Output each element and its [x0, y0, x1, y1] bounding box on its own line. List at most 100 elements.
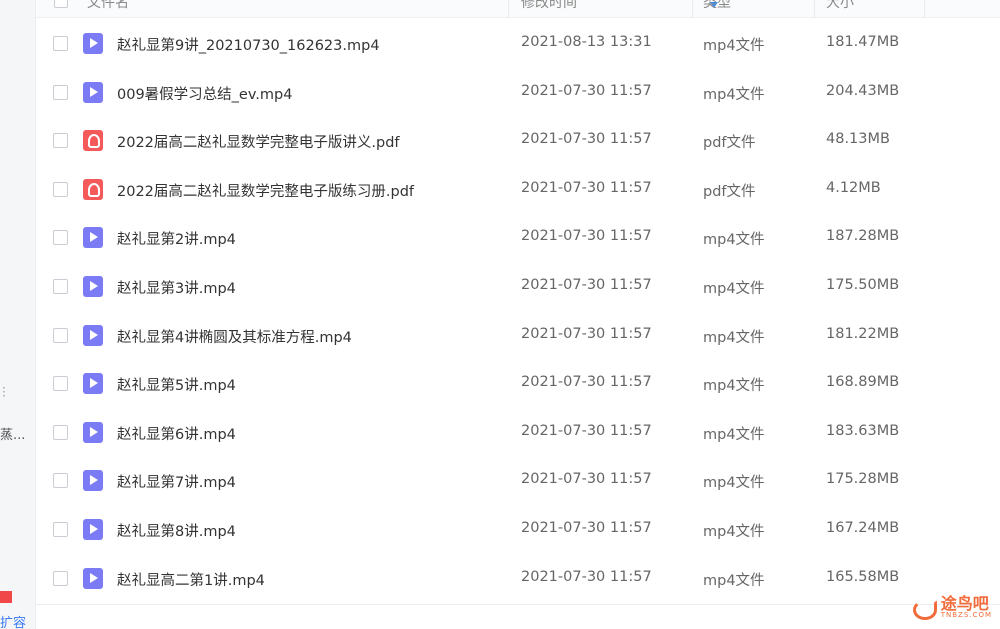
file-name[interactable]: 赵礼显第9讲_20210730_162623.mp4 [117, 34, 380, 55]
file-modified-time: 2021-07-30 11:57 [521, 520, 652, 536]
file-modified-time: 2021-07-30 11:57 [521, 277, 652, 293]
file-name[interactable]: 赵礼显第8讲.mp4 [117, 520, 236, 541]
file-modified-time: 2021-07-30 11:57 [521, 179, 652, 196]
row-checkbox[interactable] [53, 570, 68, 586]
file-row[interactable]: 009暑假学习总结_ev.mp4 2021-07-30 11:57 mp4文件 … [36, 69, 1000, 117]
column-header-time[interactable]: 修改时间 [521, 0, 577, 12]
column-divider[interactable] [692, 0, 693, 18]
file-type: mp4文件 [703, 232, 765, 249]
file-size: 181.22MB [826, 325, 900, 342]
file-row[interactable]: 赵礼显第5讲.mp4 2021-07-30 11:57 mp4文件 168.89… [36, 360, 1000, 408]
file-modified-time: 2021-07-30 11:57 [521, 228, 652, 245]
video-file-icon [83, 276, 103, 297]
file-row[interactable]: 赵礼显第3讲.mp4 2021-07-30 11:57 mp4文件 175.50… [36, 263, 1000, 311]
video-file-icon [83, 470, 103, 492]
more-dots-icon[interactable]: · · · [2, 382, 6, 402]
row-checkbox[interactable] [53, 424, 68, 440]
file-name[interactable]: 赵礼显第4讲椭圆及其标准方程.mp4 [117, 326, 352, 347]
file-size: 175.28MB [826, 471, 900, 488]
pdf-file-icon [83, 130, 103, 152]
file-row[interactable]: 赵礼显第9讲_20210730_162623.mp4 2021-08-13 13… [36, 20, 1000, 68]
file-type: mp4文件 [703, 378, 765, 395]
video-file-icon [83, 421, 103, 443]
site-watermark: 途鸟吧 TNBZS.COM [911, 592, 992, 622]
bird-logo-icon [911, 596, 937, 620]
storage-usage-bar [0, 591, 12, 603]
file-row[interactable]: 赵礼显第8讲.mp4 2021-07-30 11:57 mp4文件 167.24… [36, 506, 1000, 554]
column-header-type[interactable]: 类型 [703, 0, 731, 12]
list-bottom-divider [36, 604, 1000, 605]
file-size: 48.13MB [826, 131, 890, 148]
row-checkbox[interactable] [53, 230, 68, 246]
file-name[interactable]: 2022届高二赵礼显数学完整电子版练习册.pdf [117, 180, 414, 201]
file-size: 4.12MB [826, 179, 881, 196]
file-row[interactable]: 赵礼显高二第1讲.mp4 2021-07-30 11:57 mp4文件 165.… [36, 555, 1000, 603]
file-type: mp4文件 [703, 475, 765, 492]
column-header-size[interactable]: 大小 [826, 0, 854, 12]
file-name[interactable]: 赵礼显高二第1讲.mp4 [117, 569, 265, 590]
file-name[interactable]: 赵礼显第2讲.mp4 [117, 228, 236, 249]
file-type: mp4文件 [703, 426, 765, 443]
expand-storage-link[interactable]: 扩容 [0, 612, 26, 629]
video-file-icon [83, 81, 103, 103]
column-divider[interactable] [924, 0, 925, 18]
row-checkbox[interactable] [53, 133, 68, 149]
file-modified-time: 2021-07-30 11:57 [521, 325, 652, 342]
sidebar-item-partial[interactable]: 蒸... [0, 424, 36, 443]
select-all-checkbox[interactable] [54, 0, 68, 8]
watermark-sub-text: TNBZS.COM [940, 610, 992, 619]
column-divider[interactable] [508, 0, 509, 18]
file-name[interactable]: 赵礼显第6讲.mp4 [117, 423, 236, 444]
file-size: 187.28MB [826, 228, 900, 245]
file-name[interactable]: 赵礼显第3讲.mp4 [117, 277, 236, 298]
file-type: pdf文件 [703, 183, 756, 200]
row-checkbox[interactable] [53, 522, 68, 537]
left-sidebar: · · · 蒸... 扩容 [0, 0, 36, 629]
file-row[interactable]: 2022届高二赵礼显数学完整电子版讲义.pdf 2021-07-30 11:57… [36, 117, 1000, 165]
file-list-header: 文件名 修改时间 类型 大小 [36, 0, 1000, 18]
file-modified-time: 2021-07-30 11:57 [521, 568, 652, 585]
row-checkbox[interactable] [53, 279, 68, 294]
column-divider[interactable] [814, 0, 815, 18]
row-checkbox[interactable] [53, 181, 68, 197]
file-modified-time: 2021-08-13 13:31 [521, 34, 652, 50]
file-name[interactable]: 009暑假学习总结_ev.mp4 [117, 83, 292, 104]
watermark-text: 途鸟吧 TNBZS.COM [940, 593, 992, 619]
video-file-icon [83, 567, 103, 589]
file-type: mp4文件 [703, 329, 765, 346]
file-modified-time: 2021-07-30 11:57 [521, 471, 652, 488]
file-modified-time: 2021-07-30 11:57 [521, 374, 652, 391]
file-row[interactable]: 赵礼显第4讲椭圆及其标准方程.mp4 2021-07-30 11:57 mp4文… [36, 312, 1000, 360]
video-file-icon [83, 373, 103, 395]
watermark-main-text: 途鸟吧 [940, 593, 989, 613]
file-name[interactable]: 2022届高二赵礼显数学完整电子版讲义.pdf [117, 131, 400, 152]
video-file-icon [83, 519, 103, 540]
file-modified-time: 2021-07-30 11:57 [521, 422, 652, 439]
file-row[interactable]: 2022届高二赵礼显数学完整电子版练习册.pdf 2021-07-30 11:5… [36, 166, 1000, 214]
file-row[interactable]: 赵礼显第6讲.mp4 2021-07-30 11:57 mp4文件 183.63… [36, 409, 1000, 457]
file-size: 175.50MB [826, 277, 900, 293]
file-modified-time: 2021-07-30 11:57 [521, 131, 652, 148]
file-row[interactable]: 赵礼显第2讲.mp4 2021-07-30 11:57 mp4文件 187.28… [36, 214, 1000, 262]
video-file-icon [83, 227, 103, 249]
row-checkbox[interactable] [53, 36, 68, 51]
file-size: 183.63MB [826, 422, 900, 439]
file-size: 168.89MB [826, 374, 900, 391]
file-type: mp4文件 [703, 86, 765, 103]
file-size: 181.47MB [826, 34, 900, 50]
row-checkbox[interactable] [53, 376, 68, 392]
video-file-icon [83, 33, 103, 54]
file-name[interactable]: 赵礼显第7讲.mp4 [117, 471, 236, 492]
file-modified-time: 2021-07-30 11:57 [521, 82, 652, 99]
row-checkbox[interactable] [53, 473, 68, 489]
column-header-name[interactable]: 文件名 [87, 0, 129, 12]
file-size: 165.58MB [826, 568, 900, 585]
file-size: 204.43MB [826, 82, 900, 99]
file-type: mp4文件 [703, 281, 765, 297]
file-type: mp4文件 [703, 524, 765, 540]
pdf-file-icon [83, 178, 103, 200]
file-name[interactable]: 赵礼显第5讲.mp4 [117, 374, 236, 395]
row-checkbox[interactable] [53, 327, 68, 343]
file-row[interactable]: 赵礼显第7讲.mp4 2021-07-30 11:57 mp4文件 175.28… [36, 457, 1000, 505]
row-checkbox[interactable] [53, 84, 68, 100]
